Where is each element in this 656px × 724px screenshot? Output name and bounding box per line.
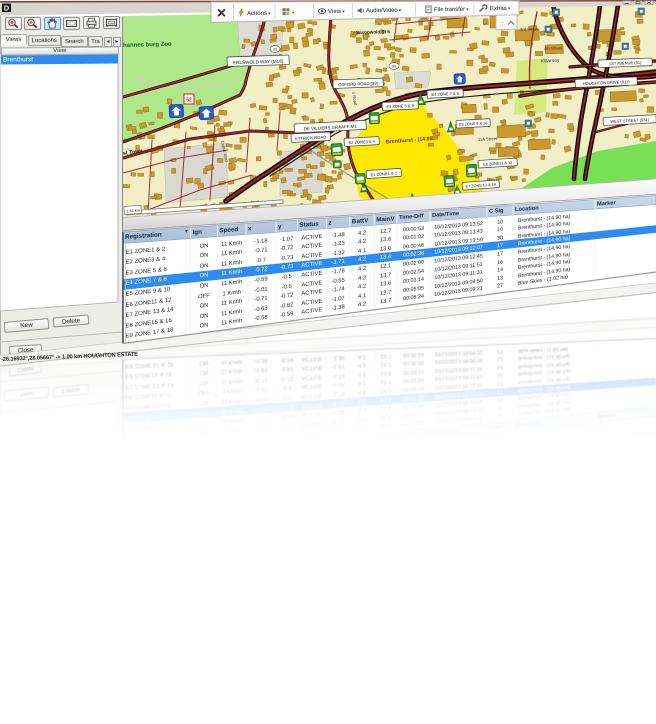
svg-text:ridge Road: ridge Road xyxy=(121,559,143,565)
svg-text:E2 ZONE3 & 4: E2 ZONE3 & 4 xyxy=(348,515,375,523)
svg-text:E5 ZONE 9 & 10: E5 ZONE 9 & 10 xyxy=(459,514,487,521)
svg-text:E3 ZONE 5 & 6: E3 ZONE 5 & 6 xyxy=(386,544,414,553)
svg-text:Saxonwold St 5: Saxonwold St 5 xyxy=(356,622,390,632)
svg-text:DE VILLIERS GRAAFF M1: DE VILLIERS GRAAFF M1 xyxy=(304,533,358,545)
svg-text:1ST AVENUE (91): 1ST AVENUE (91) xyxy=(609,548,642,557)
svg-text:99: 99 xyxy=(273,624,277,629)
svg-text:ETTRICK ROAD: ETTRICK ROAD xyxy=(295,528,326,537)
svg-text:WEST STREET (931): WEST STREET (931) xyxy=(610,490,649,500)
svg-text:99: 99 xyxy=(392,65,396,69)
svg-text:4th Street: 4th Street xyxy=(544,45,563,51)
svg-text:Brenthurst - (14,98: Brenthurst - (14,98 xyxy=(386,507,433,518)
svg-text:52: 52 xyxy=(186,587,192,594)
svg-text:4th Street: 4th Street xyxy=(544,576,563,584)
svg-text:99: 99 xyxy=(392,587,396,592)
svg-text:D: D xyxy=(4,710,10,720)
svg-text:::: :: xyxy=(500,609,504,617)
svg-text:E4 ZONE 7 & 8: E4 ZONE 7 & 8 xyxy=(431,549,459,558)
svg-text:hannes burg Zoo: hannes burg Zoo xyxy=(123,647,172,660)
svg-text:st Town: st Town xyxy=(123,545,144,552)
svg-text:11A Street: 11A Street xyxy=(478,497,498,504)
svg-text:n Road: n Road xyxy=(351,557,358,571)
svg-text:52: 52 xyxy=(186,98,192,104)
svg-text:99: 99 xyxy=(273,48,277,52)
svg-text:Killarney: Killarney xyxy=(541,58,560,65)
svg-text:OXFORD ROAD (99): OXFORD ROAD (99) xyxy=(338,573,379,583)
svg-text:Killarney: Killarney xyxy=(541,563,560,572)
svg-text:ERLSWOLD WAY (M16): ERLSWOLD WAY (M16) xyxy=(233,611,284,623)
svg-text:3rd Street: 3rd Street xyxy=(520,599,539,607)
svg-text:::: :: xyxy=(500,21,504,28)
svg-text:HOUGHTON DRIVE (911): HOUGHTON DRIVE (911) xyxy=(583,531,630,542)
svg-text:Copse road: Copse road xyxy=(220,522,229,545)
